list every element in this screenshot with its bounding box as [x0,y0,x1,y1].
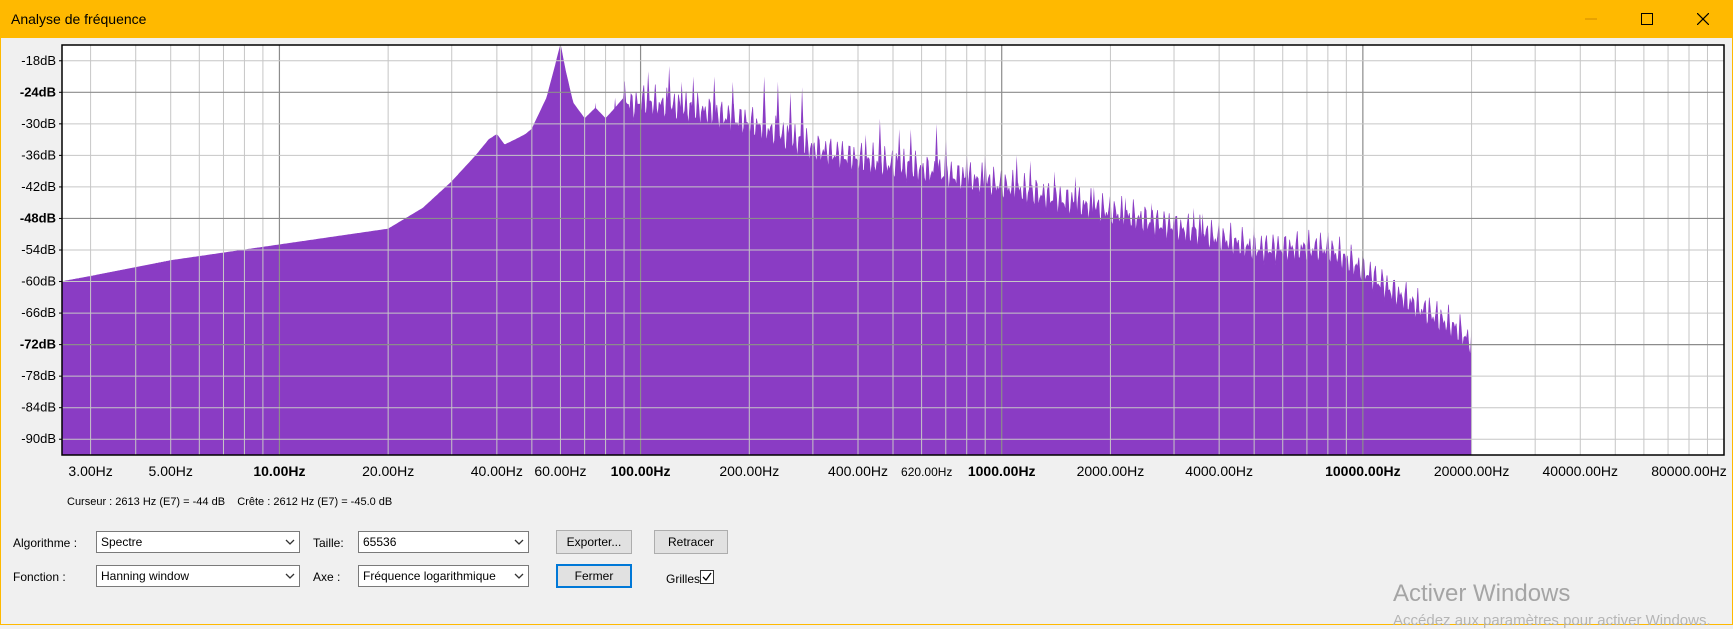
x-tick-label: 20.00Hz [362,463,414,479]
y-tick-label: -30dB [21,116,56,131]
replot-button[interactable]: Retracer [654,530,728,554]
chevron-down-icon [285,573,295,579]
spectrum-chart[interactable]: -18dB -24dB -30dB -36dB -42dB -48dB -54dB -60dB… [0,38,1733,488]
x-tick-label: 100.00Hz [611,463,671,479]
algorithm-select[interactable]: Spectre [96,531,300,553]
x-tick-label: 400.00Hz [828,463,888,479]
function-value: Hanning window [101,569,190,583]
x-tick-label: 3.00Hz [68,463,112,479]
x-tick-label: 4000.00Hz [1185,463,1253,479]
y-tick-label: -42dB [21,179,56,194]
activation-watermark-title: Activer Windows [1393,580,1571,607]
y-tick-label: -60dB [21,274,56,289]
maximize-button[interactable] [1619,0,1675,38]
close-dialog-button[interactable]: Fermer [556,564,632,588]
minimize-icon [1585,18,1597,20]
x-tick-label: 2000.00Hz [1077,463,1145,479]
close-button[interactable] [1675,0,1731,38]
minimize-button[interactable] [1563,0,1619,38]
grids-checkbox[interactable] [700,570,714,584]
x-tick-label: 620.00Hz [901,465,952,479]
y-tick-label: -84dB [21,400,56,415]
checkmark-icon [702,572,712,582]
x-tick-label: 20000.00Hz [1434,463,1510,479]
y-tick-label: -48dB [20,210,56,225]
x-tick-label: 10.00Hz [253,463,305,479]
size-label: Taille: [313,536,344,550]
x-tick-label: 40000.00Hz [1543,463,1619,479]
algorithm-value: Spectre [101,535,143,549]
size-value: 65536 [363,535,397,549]
chevron-down-icon [514,573,524,579]
y-tick-label: -36dB [21,147,56,162]
chevron-down-icon [285,539,295,545]
grids-label: Grilles [666,572,701,586]
algorithm-label: Algorithme : [13,536,78,550]
cursor-status: Curseur : 2613 Hz (E7) = -44 dB Crête : … [67,496,393,508]
axis-value: Fréquence logarithmique [363,569,496,583]
x-tick-label: 80000.00Hz [1651,463,1727,479]
y-tick-label: -66dB [21,305,56,320]
close-icon [1697,13,1709,25]
y-tick-label: -90dB [21,431,56,446]
maximize-icon [1641,13,1653,25]
y-tick-label: -72dB [20,337,56,352]
y-tick-label: -54dB [21,242,56,257]
axis-label: Axe : [313,570,341,584]
y-tick-label: -24dB [20,84,56,99]
activation-watermark-text: Accédez aux paramètres pour activer Wind… [1393,612,1711,629]
axis-select[interactable]: Fréquence logarithmique [358,565,529,587]
function-select[interactable]: Hanning window [96,565,300,587]
export-button[interactable]: Exporter... [556,530,632,554]
function-label: Fonction : [13,570,66,584]
x-tick-label: 5.00Hz [149,463,193,479]
x-tick-label: 200.00Hz [719,463,779,479]
y-tick-label: -18dB [21,53,56,68]
title-bar: Analyse de fréquence [0,0,1733,38]
x-tick-label: 40.00Hz [471,463,523,479]
x-tick-label: 60.00Hz [534,463,586,479]
chevron-down-icon [514,539,524,545]
x-tick-label: 1000.00Hz [968,463,1036,479]
window-title: Analyse de fréquence [11,11,147,27]
y-tick-label: -78dB [21,368,56,383]
x-tick-label: 10000.00Hz [1325,463,1401,479]
size-select[interactable]: 65536 [358,531,529,553]
